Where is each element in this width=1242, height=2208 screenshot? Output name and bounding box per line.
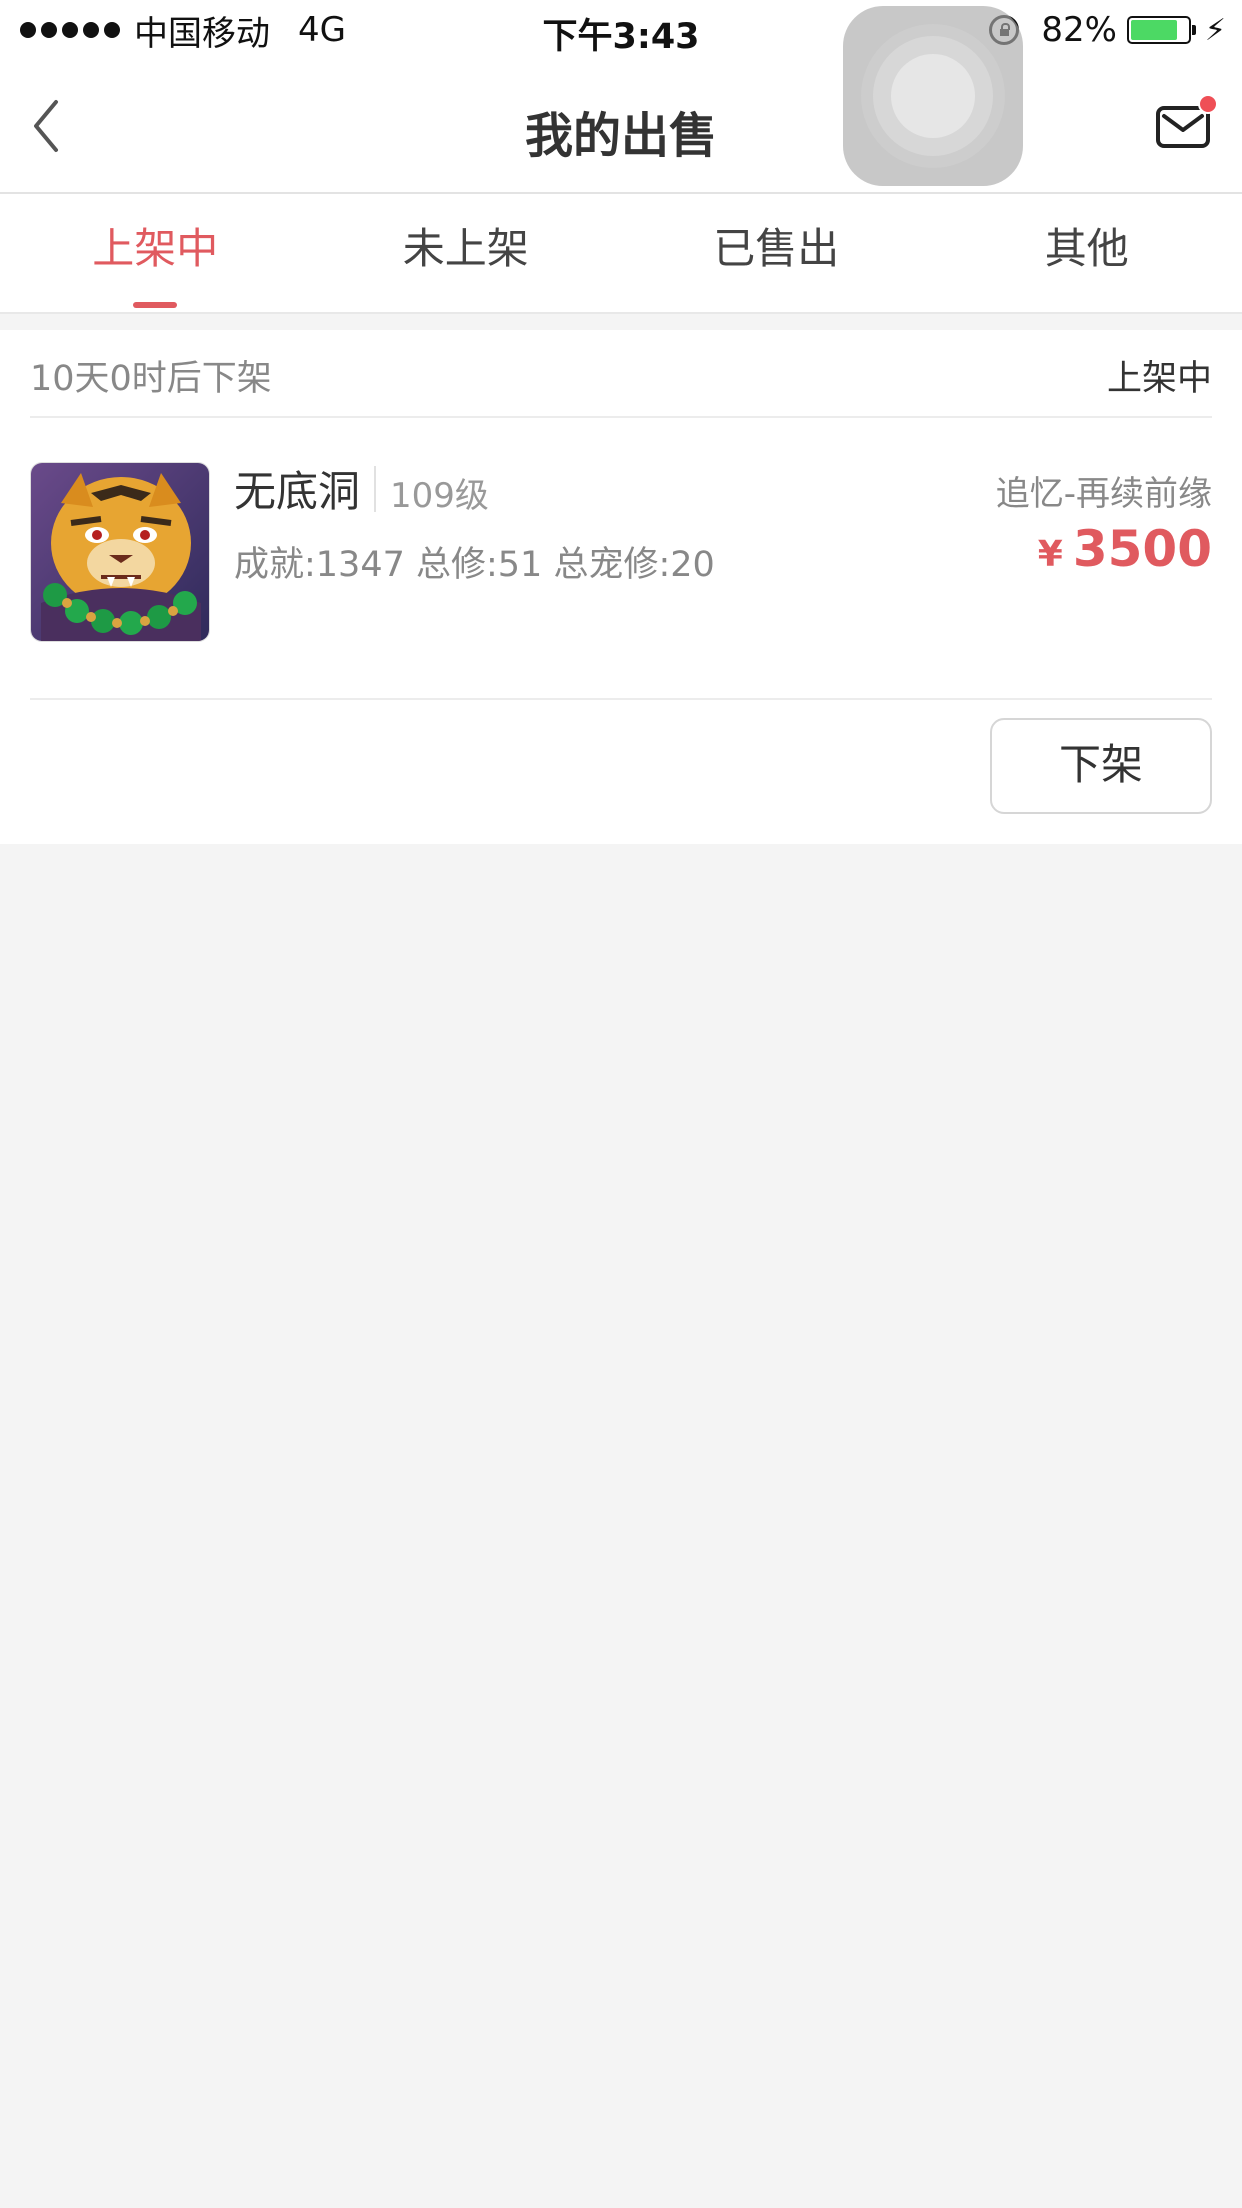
tab-label: 上架中 [92,224,219,273]
active-tab-indicator [133,302,178,308]
tab-sold[interactable]: 已售出 [621,194,932,312]
tab-not-listed[interactable]: 未上架 [311,194,622,312]
character-stats: 成就:1347 总修:51 总宠修:20 [234,545,715,585]
status-bar: 中国移动 4G 下午3:43 82% ⚡ [0,0,1242,60]
assistive-touch-button[interactable] [843,6,1023,186]
listing-card-header: 10天0时后下架 上架中 [30,330,1212,418]
nav-bar: 我的出售 [0,60,1242,194]
page-title: 我的出售 [524,108,717,164]
card-divider [30,698,1212,700]
tab-other[interactable]: 其他 [932,194,1242,312]
listing-card[interactable]: 10天0时后下架 上架中 无底洞 109级 成就:1347 总修:51 总宠修:… [0,330,1242,844]
listing-status: 上架中 [1106,359,1212,399]
server-name: 追忆-再续前缘 [995,474,1212,514]
currency-symbol: ¥ [1037,534,1063,575]
mail-unread-badge [1198,94,1218,114]
character-name: 无底洞 [234,467,361,516]
battery-icon [1126,16,1196,44]
character-avatar[interactable] [30,462,210,642]
listing-price: ¥3500 [1038,520,1212,578]
tab-on-sale[interactable]: 上架中 [0,194,311,312]
battery-percent: 82% [1041,10,1117,50]
status-bar-right: 82% ⚡ [989,8,1226,52]
delist-button[interactable]: 下架 [990,718,1212,814]
tab-label: 已售出 [713,224,840,273]
tab-label: 其他 [1044,224,1129,273]
character-level: 109级 [390,476,489,516]
tab-label: 未上架 [402,224,529,273]
tab-bar: 上架中 未上架 已售出 其他 [0,194,1242,314]
battery-level-fill [1130,20,1177,40]
name-level-divider [374,466,376,512]
price-value: 3500 [1072,520,1212,578]
listing-expiry: 10天0时后下架 [30,359,272,399]
charging-bolt-icon: ⚡ [1204,12,1226,48]
